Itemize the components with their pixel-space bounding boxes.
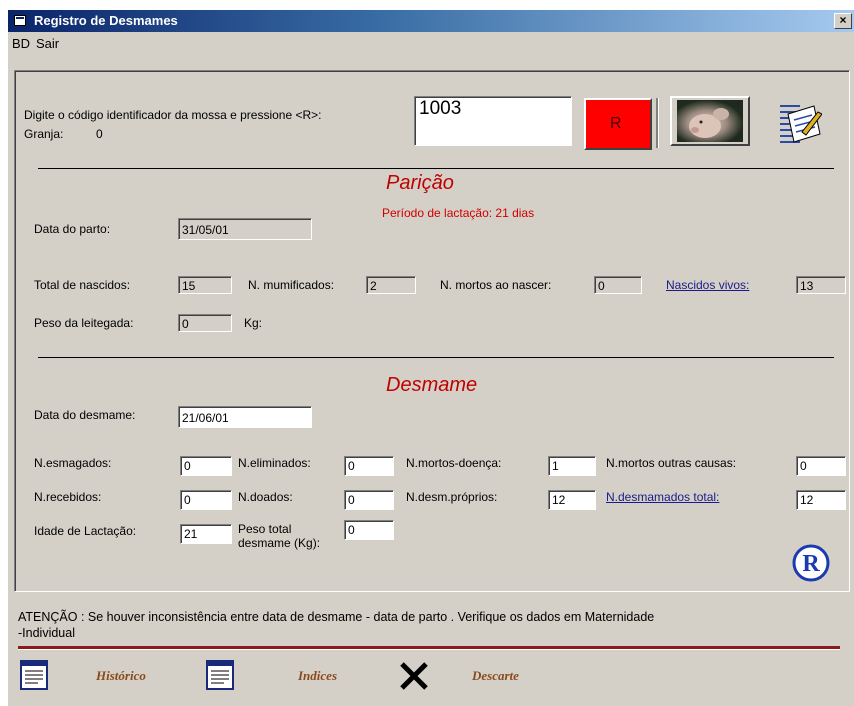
indices-doc-icon[interactable] — [206, 660, 236, 690]
mortos-outras-input[interactable]: 0 — [796, 456, 846, 476]
registered-icon[interactable]: R — [792, 544, 830, 582]
data-desmame-label: Data do desmame: — [34, 408, 136, 422]
notepad-graphic — [780, 105, 823, 143]
recebidos-input[interactable]: 0 — [180, 490, 232, 510]
menu-bar: BD Sair — [8, 32, 854, 54]
mortos-doenca-input[interactable]: 1 — [548, 456, 596, 476]
main-window: Registro de Desmames × BD Sair Digite o … — [8, 10, 854, 706]
mossa-code-value: 1003 — [419, 98, 462, 119]
mortos-doenca-label: N.mortos-doença: — [406, 456, 502, 470]
data-parto-field: 31/05/01 — [178, 218, 312, 240]
desmamados-total-link[interactable]: N.desmamados total: — [606, 490, 719, 504]
data-parto-label: Data do parto: — [34, 222, 111, 236]
total-nascidos-value: 15 — [182, 279, 196, 293]
total-nascidos-field: 15 — [178, 276, 232, 294]
doados-value: 0 — [348, 493, 355, 507]
warning-line1: ATENÇÃO : Se houver inconsistência entre… — [18, 610, 655, 624]
granja-value: 0 — [96, 127, 103, 141]
idade-lactacao-label: Idade de Lactação: — [34, 524, 137, 538]
form-panel — [14, 70, 850, 592]
menu-bd[interactable]: BD — [12, 36, 30, 51]
desm-proprios-input[interactable]: 12 — [548, 490, 596, 510]
mossa-code-input[interactable]: 1003 — [414, 96, 572, 146]
peso-leitegada-value: 0 — [182, 317, 189, 331]
data-desmame-input[interactable]: 21/06/01 — [178, 406, 312, 428]
window-app-icon — [14, 15, 26, 26]
esmagados-value: 0 — [184, 459, 191, 473]
peso-leitegada-label: Peso da leitegada: — [34, 316, 134, 330]
eliminados-value: 0 — [348, 459, 355, 473]
notepad-icon[interactable] — [778, 100, 823, 146]
mortos-outras-label: N.mortos outras causas: — [606, 456, 737, 470]
r-button-label: R — [610, 115, 622, 132]
mumificados-label: N. mumificados: — [248, 278, 335, 292]
data-parto-value: 31/05/01 — [182, 223, 229, 237]
historico-doc-icon[interactable] — [20, 660, 50, 690]
mortos-outras-value: 0 — [800, 459, 807, 473]
peso-total-input[interactable]: 0 — [344, 520, 394, 540]
nascidos-vivos-value: 13 — [800, 279, 814, 293]
eliminados-label: N.eliminados: — [238, 456, 311, 470]
desmamados-total-value: 12 — [800, 493, 814, 507]
data-desmame-value: 21/06/01 — [182, 411, 229, 425]
registered-graphic: R — [792, 544, 830, 582]
vertical-separator — [656, 98, 659, 148]
mortos-nascer-label: N. mortos ao nascer: — [440, 278, 552, 292]
recebidos-label: N.recebidos: — [34, 490, 102, 504]
mumificados-field: 2 — [366, 276, 416, 294]
esmagados-label: N.esmagados: — [34, 456, 112, 470]
r-button[interactable]: R — [584, 98, 652, 150]
search-prompt: Digite o código identificador da mossa e… — [24, 108, 322, 122]
peso-leitegada-field: 0 — [178, 314, 232, 332]
kg-label: Kg: — [244, 316, 263, 330]
warning-line2: -Individual — [18, 626, 75, 640]
descarte-x-icon[interactable] — [398, 660, 430, 692]
doados-label: N.doados: — [238, 490, 293, 504]
doados-input[interactable]: 0 — [344, 490, 394, 510]
close-button[interactable]: × — [834, 13, 852, 29]
mortos-nascer-value: 0 — [598, 279, 605, 293]
mortos-nascer-field: 0 — [594, 276, 642, 294]
peso-total-label-1: Peso total — [238, 522, 292, 536]
pig-photo-icon — [677, 100, 743, 142]
indices-link[interactable]: Indices — [298, 668, 337, 684]
bottom-divider — [18, 646, 840, 650]
idade-lactacao-input[interactable]: 21 — [180, 524, 232, 544]
desmame-title: Desmame — [386, 374, 478, 396]
total-nascidos-label: Total de nascidos: — [34, 278, 131, 292]
desmamados-total-input[interactable]: 12 — [796, 490, 846, 510]
desm-proprios-value: 12 — [552, 493, 566, 507]
svg-text:R: R — [802, 551, 820, 577]
mortos-doenca-value: 1 — [552, 459, 559, 473]
divider-top — [38, 168, 834, 169]
divider-middle — [38, 357, 834, 358]
recebidos-value: 0 — [184, 493, 191, 507]
eliminados-input[interactable]: 0 — [344, 456, 394, 476]
menu-sair[interactable]: Sair — [36, 36, 59, 51]
window-title: Registro de Desmames — [34, 13, 178, 28]
granja-label: Granja: — [24, 127, 64, 141]
lactacao-period: Período de lactação: 21 dias — [382, 206, 535, 220]
desm-proprios-label: N.desm.próprios: — [406, 490, 498, 504]
nascidos-vivos-field: 13 — [796, 276, 846, 294]
pig-photo-button[interactable] — [670, 96, 750, 146]
mumificados-value: 2 — [370, 279, 377, 293]
esmagados-input[interactable]: 0 — [180, 456, 232, 476]
peso-total-value: 0 — [348, 523, 355, 537]
title-bar: Registro de Desmames × — [8, 10, 854, 32]
paricao-title: Parição — [386, 172, 454, 194]
idade-lactacao-value: 21 — [184, 527, 198, 541]
peso-total-label-2: desmame (Kg): — [238, 536, 321, 550]
historico-link[interactable]: Histórico — [96, 668, 146, 684]
descarte-link[interactable]: Descarte — [472, 668, 519, 684]
nascidos-vivos-link[interactable]: Nascidos vivos: — [666, 278, 749, 292]
